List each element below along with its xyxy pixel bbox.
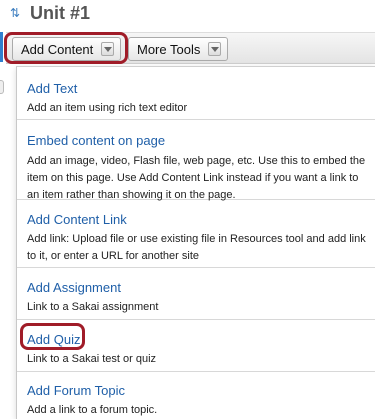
page-header: ⇅ Unit #1	[0, 0, 375, 32]
add-content-label: Add Content	[21, 41, 94, 57]
menu-item-description: Add an item using rich text editor	[27, 102, 188, 114]
reorder-arrows-icon[interactable]: ⇅	[8, 6, 22, 20]
add-content-button[interactable]: Add Content	[12, 37, 121, 61]
menu-item-add-forum-topic[interactable]: Add Forum Topic Add a link to a forum to…	[17, 372, 375, 419]
toolbar: Add Content More Tools	[6, 32, 375, 64]
add-assignment-link[interactable]: Add Assignment	[27, 280, 366, 296]
menu-item-description: Add a link to a forum topic.	[27, 404, 158, 416]
menu-item-add-quiz[interactable]: Add Quiz Link to a Sakai test or quiz	[17, 320, 375, 372]
menu-item-add-content-link[interactable]: Add Content Link Add link: Upload file o…	[17, 200, 375, 268]
embed-content-link[interactable]: Embed content on page	[27, 133, 366, 149]
add-quiz-link[interactable]: Add Quiz	[27, 332, 366, 348]
menu-item-description: Add link: Upload file or use existing fi…	[27, 233, 366, 262]
chevron-down-icon	[101, 42, 114, 56]
page-title: Unit #1	[30, 3, 91, 23]
add-content-menu: Add Text Add an item using rich text edi…	[16, 66, 375, 419]
menu-item-embed-content[interactable]: Embed content on page Add an image, vide…	[17, 120, 375, 201]
menu-item-add-assignment[interactable]: Add Assignment Link to a Sakai assignmen…	[17, 268, 375, 320]
menu-item-description: Add an image, video, Flash file, web pag…	[27, 155, 366, 201]
left-accent-bar	[0, 32, 3, 62]
add-forum-topic-link[interactable]: Add Forum Topic	[27, 383, 366, 399]
chevron-down-icon	[208, 42, 221, 56]
add-content-link-link[interactable]: Add Content Link	[27, 212, 366, 228]
more-tools-label: More Tools	[137, 41, 201, 57]
collapse-handle[interactable]	[0, 80, 4, 94]
add-text-link[interactable]: Add Text	[27, 81, 366, 97]
menu-item-add-text[interactable]: Add Text Add an item using rich text edi…	[17, 67, 375, 120]
menu-item-description: Link to a Sakai test or quiz	[27, 353, 157, 365]
menu-item-description: Link to a Sakai assignment	[27, 301, 159, 313]
more-tools-button[interactable]: More Tools	[128, 37, 228, 61]
